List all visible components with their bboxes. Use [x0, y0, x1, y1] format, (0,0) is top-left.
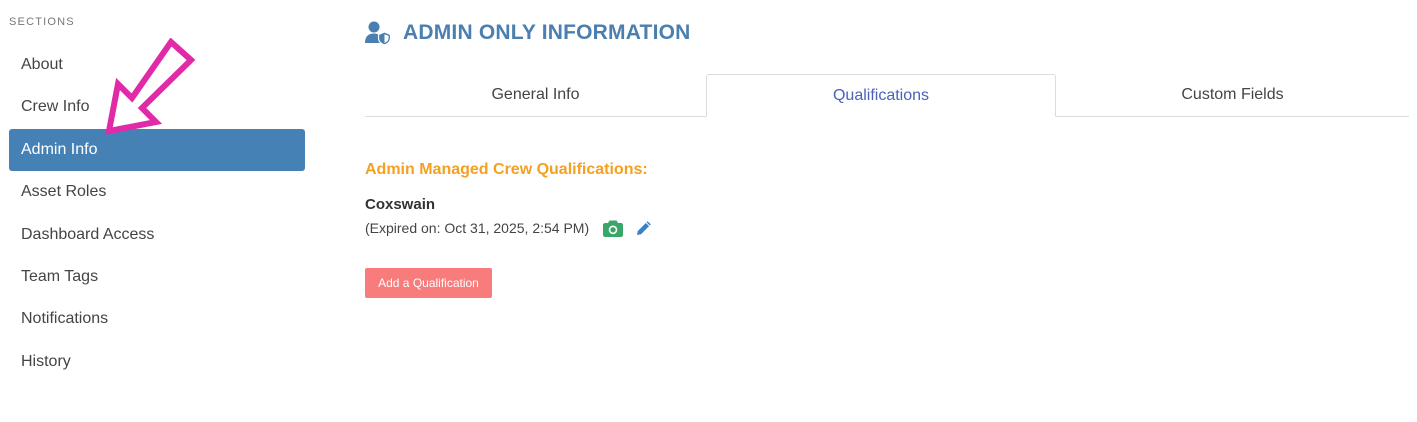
camera-icon[interactable]	[603, 219, 624, 237]
qualification-expiry: (Expired on: Oct 31, 2025, 2:54 PM)	[365, 220, 590, 236]
sidebar-item-asset-roles[interactable]: Asset Roles	[9, 171, 305, 213]
sidebar-heading: SECTIONS	[9, 16, 75, 28]
tab-qualifications[interactable]: Qualifications	[706, 74, 1056, 117]
sidebar-item-crew-info[interactable]: Crew Info	[9, 86, 305, 128]
sidebar: SECTIONS About Crew Info Admin Info Asse…	[0, 0, 310, 422]
add-qualification-button[interactable]: Add a Qualification	[365, 268, 492, 298]
sidebar-item-admin-info[interactable]: Admin Info	[9, 128, 305, 172]
page: SECTIONS About Crew Info Admin Info Asse…	[0, 0, 1417, 422]
pencil-icon[interactable]	[636, 220, 652, 236]
user-shield-icon	[365, 21, 391, 45]
sidebar-item-history[interactable]: History	[9, 341, 305, 383]
tab-custom-fields[interactable]: Custom Fields	[1056, 74, 1409, 117]
tab-bar: General Info Qualifications Custom Field…	[365, 74, 1409, 117]
sidebar-item-notifications[interactable]: Notifications	[9, 298, 305, 340]
sidebar-item-team-tags[interactable]: Team Tags	[9, 256, 305, 298]
sidebar-list: About Crew Info Admin Info Asset Roles D…	[9, 44, 305, 383]
qualification-name: Coxswain	[365, 196, 436, 213]
sidebar-item-dashboard-access[interactable]: Dashboard Access	[9, 214, 305, 256]
tab-general-info[interactable]: General Info	[365, 74, 706, 117]
qualification-details: (Expired on: Oct 31, 2025, 2:54 PM)	[365, 218, 652, 238]
main-content: ADMIN ONLY INFORMATION General Info Qual…	[365, 0, 1409, 422]
section-heading: Admin Managed Crew Qualifications:	[365, 161, 648, 178]
sidebar-item-about[interactable]: About	[9, 44, 305, 86]
title-row: ADMIN ONLY INFORMATION	[365, 18, 691, 48]
page-title: ADMIN ONLY INFORMATION	[403, 21, 691, 44]
